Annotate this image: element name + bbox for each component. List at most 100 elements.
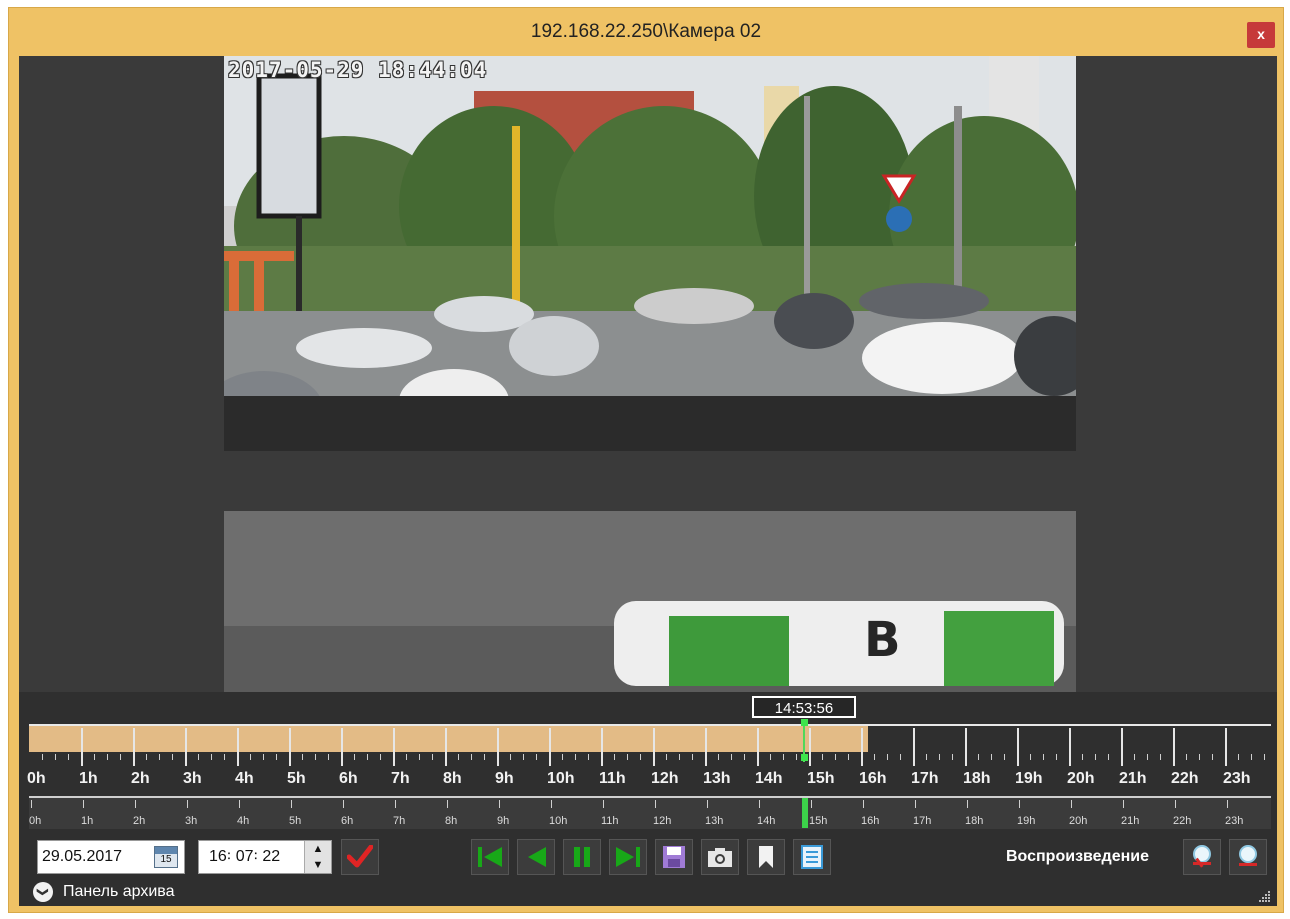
minor-tick	[939, 754, 940, 760]
minor-tick	[211, 754, 212, 760]
chevron-down-icon[interactable]: ❯	[33, 882, 53, 902]
minor-tick	[250, 754, 251, 760]
pause-icon	[574, 847, 590, 867]
skip-back-icon	[478, 847, 502, 867]
title-bar[interactable]: 192.168.22.250\Камера 02 x	[9, 8, 1283, 54]
recorded-range[interactable]	[29, 726, 868, 752]
minor-tick	[367, 754, 368, 760]
overview-tick	[1019, 800, 1020, 808]
minor-tick	[874, 754, 875, 760]
minor-tick	[835, 754, 836, 760]
snapshot-button[interactable]	[701, 839, 739, 875]
minor-tick	[354, 754, 355, 760]
overview-timeline[interactable]: 0h 1h 2h 3h 4h 5h 6h 7h 8h 9h 10h 11h 12h 13h 14h 15h 16…	[29, 796, 1271, 829]
calendar-icon[interactable]: 15	[154, 846, 178, 868]
minor-tick	[484, 754, 485, 760]
skip-back-button[interactable]	[471, 839, 509, 875]
bookmark-button[interactable]	[747, 839, 785, 875]
hour-label: 6h	[339, 770, 358, 787]
overview-hour-label: 15h	[809, 815, 828, 827]
minor-tick	[94, 754, 95, 760]
minor-tick	[900, 754, 901, 760]
cursor-bottom-marker	[801, 754, 808, 761]
hour-label: 3h	[183, 770, 202, 787]
save-button[interactable]	[655, 839, 693, 875]
minor-tick	[146, 754, 147, 760]
minor-tick	[588, 754, 589, 760]
event-list-button[interactable]	[793, 839, 831, 875]
minor-tick	[172, 754, 173, 760]
skip-forward-icon	[616, 847, 640, 867]
apply-datetime-button[interactable]	[341, 839, 379, 875]
archive-panel-toggle[interactable]: ❯ Панель архива	[19, 882, 1277, 906]
hour-tick	[445, 728, 447, 766]
zoom-in-button[interactable]	[1183, 839, 1221, 875]
time-spinner[interactable]: ▲ ▼	[304, 841, 331, 873]
minor-tick	[419, 754, 420, 760]
hour-label: 0h	[27, 770, 46, 787]
overview-tick	[1071, 800, 1072, 808]
time-field[interactable]: 16꞉ 07꞉ 22 ▲ ▼	[198, 840, 332, 874]
hour-label: 20h	[1067, 770, 1095, 787]
pause-button[interactable]	[563, 839, 601, 875]
minor-tick	[1134, 754, 1135, 760]
osd-timestamp: 2017-05-29 18:44:04	[228, 58, 488, 82]
minor-tick	[1030, 754, 1031, 760]
overview-hour-label: 20h	[1069, 815, 1088, 827]
resize-grip-icon[interactable]	[1259, 890, 1271, 902]
date-field[interactable]: 29.05.2017 15	[37, 840, 185, 874]
overview-hour-label: 16h	[861, 815, 880, 827]
hour-label: 13h	[703, 770, 731, 787]
zoom-out-button[interactable]	[1229, 839, 1267, 875]
hour-label: 19h	[1015, 770, 1043, 787]
hour-tick	[237, 728, 239, 766]
overview-hour-label: 1h	[81, 815, 94, 827]
overview-hour-label: 13h	[705, 815, 724, 827]
camera-image: B	[224, 56, 1076, 692]
spin-up-button[interactable]: ▲	[305, 841, 331, 857]
zoom-in-icon	[1193, 845, 1211, 868]
minor-tick	[1186, 754, 1187, 760]
minor-tick	[198, 754, 199, 760]
video-area: B 2017-05-29 18:44:04	[19, 56, 1277, 692]
minor-tick	[107, 754, 108, 760]
minor-tick	[1095, 754, 1096, 760]
overview-tick	[603, 800, 604, 808]
hour-label: 18h	[963, 770, 991, 787]
timeline-panel[interactable]: 14:53:56 0h 1h 2h 3h 4h 5h 6h 7h 8h 9h 10h 11h 12h 13…	[19, 692, 1277, 906]
overview-hour-label: 0h	[29, 815, 42, 827]
hour-label: 22h	[1171, 770, 1199, 787]
spin-down-button[interactable]: ▼	[305, 857, 331, 873]
skip-forward-button[interactable]	[609, 839, 647, 875]
minor-tick	[1147, 754, 1148, 760]
close-button[interactable]: x	[1247, 22, 1275, 48]
hour-tick	[965, 728, 967, 766]
video-frame[interactable]: B 2017-05-29 18:44:04	[224, 56, 1076, 692]
minor-tick	[1251, 754, 1252, 760]
hour-tick	[81, 728, 83, 766]
overview-cursor[interactable]	[802, 798, 808, 828]
minor-tick	[1108, 754, 1109, 760]
hour-label: 1h	[79, 770, 98, 787]
overview-hour-label: 19h	[1017, 815, 1036, 827]
hour-tick	[1121, 728, 1123, 766]
overview-tick	[83, 800, 84, 808]
overview-hour-label: 23h	[1225, 815, 1244, 827]
overview-tick	[1175, 800, 1176, 808]
minor-tick	[523, 754, 524, 760]
minor-tick	[718, 754, 719, 760]
minor-tick	[328, 754, 329, 760]
minor-tick	[224, 754, 225, 760]
overview-hour-label: 18h	[965, 815, 984, 827]
overview-tick	[135, 800, 136, 808]
hour-label: 7h	[391, 770, 410, 787]
hour-label: 11h	[599, 770, 626, 787]
hour-tick	[549, 728, 551, 766]
minor-tick	[783, 754, 784, 760]
hour-label: 5h	[287, 770, 306, 787]
overview-hour-label: 12h	[653, 815, 672, 827]
play-reverse-button[interactable]	[517, 839, 555, 875]
hour-tick	[497, 728, 499, 766]
minor-tick	[952, 754, 953, 760]
minor-tick	[640, 754, 641, 760]
